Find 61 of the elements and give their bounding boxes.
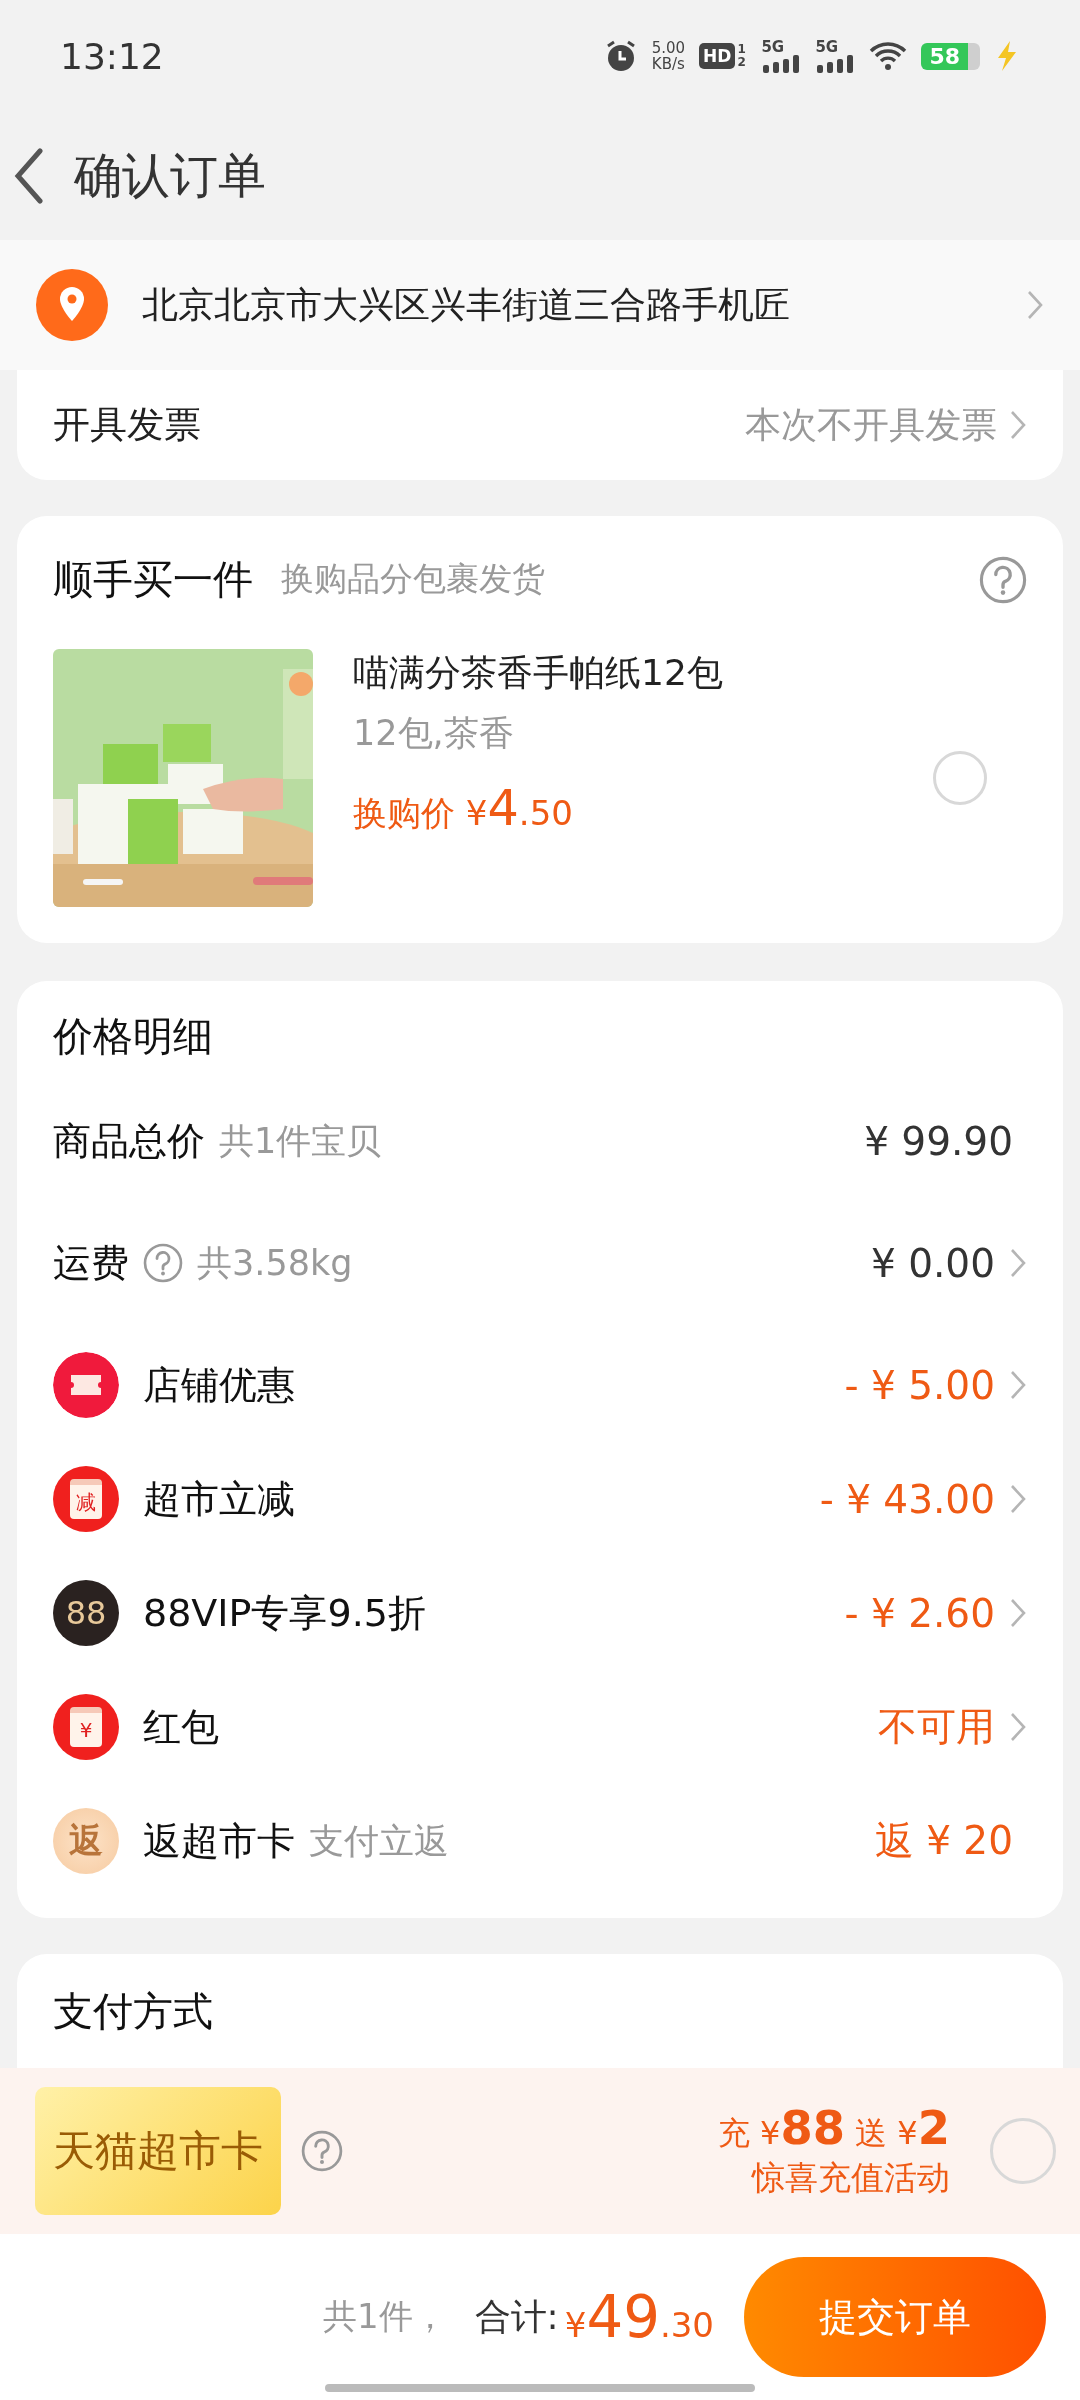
price-label: 运费 xyxy=(53,1239,129,1287)
back-icon[interactable] xyxy=(14,148,44,204)
price-label: 商品总价 xyxy=(53,1117,205,1165)
item-count: 共1件， xyxy=(322,2295,447,2338)
submit-order-button[interactable]: 提交订单 xyxy=(744,2257,1046,2377)
signal-icon xyxy=(761,54,802,73)
wifi-icon xyxy=(869,41,908,71)
vip-badge-icon: 88 xyxy=(53,1580,119,1646)
recharge-offer: 充 ¥88 送 ¥2 xyxy=(717,2101,950,2156)
price-note: 共1件宝贝 xyxy=(219,1119,382,1163)
signal-icon xyxy=(815,54,856,73)
help-icon[interactable] xyxy=(301,2130,343,2172)
invoice-card[interactable]: 开具发票 本次不开具发票 xyxy=(17,370,1063,480)
network-speed: 5.00 KB/s xyxy=(651,40,686,72)
network-type: 5G xyxy=(761,39,785,55)
help-icon[interactable] xyxy=(143,1243,183,1283)
sim-numbers: 1 2 xyxy=(737,43,747,69)
offer-caption: 惊喜充值活动 xyxy=(752,2157,950,2199)
page-title: 确认订单 xyxy=(74,146,266,205)
chevron-right-icon xyxy=(1009,409,1027,441)
section-title: 价格明细 xyxy=(53,1012,214,1061)
section-title: 顺手买一件 xyxy=(53,555,253,604)
location-pin-icon xyxy=(36,269,108,341)
product-spec: 12包,茶香 xyxy=(353,712,515,755)
radio-button[interactable] xyxy=(933,751,987,805)
envelope-icon: ¥ xyxy=(53,1694,119,1760)
network-type: 5G xyxy=(815,39,839,55)
price-value: ¥ 99.90 xyxy=(864,1118,1013,1164)
ticket-icon xyxy=(53,1352,119,1418)
chevron-right-icon xyxy=(1026,289,1044,321)
section-title: 支付方式 xyxy=(53,1988,213,2034)
invoice-label: 开具发票 xyxy=(53,402,201,448)
help-icon[interactable] xyxy=(979,555,1027,604)
address-text: 北京北京市大兴区兴丰街道三合路手机匠 xyxy=(142,282,791,327)
price-label: 返超市卡 xyxy=(143,1817,295,1865)
price-value[interactable]: - ¥ 5.00 xyxy=(844,1362,995,1408)
gift-card-badge[interactable]: 天猫超市卡 xyxy=(35,2087,281,2215)
price-value: 返 ¥ 20 xyxy=(874,1817,1013,1865)
price-value[interactable]: 不可用 xyxy=(878,1700,995,1754)
total-label: 合计: xyxy=(474,2294,559,2339)
add-on-price: 换购价 ¥4.50 xyxy=(353,779,574,837)
price-note: 支付立返 xyxy=(309,1819,449,1863)
total-price: ¥49.30 xyxy=(564,2283,714,2351)
price-note: 共3.58kg xyxy=(197,1241,353,1285)
invoice-value: 本次不开具发票 xyxy=(745,402,997,447)
cashback-icon: 返 xyxy=(53,1808,119,1874)
price-value[interactable]: - ¥ 2.60 xyxy=(844,1590,995,1636)
price-label: 红包 xyxy=(143,1703,219,1751)
address-row[interactable]: 北京北京市大兴区兴丰街道三合路手机匠 xyxy=(0,240,1080,370)
price-label: 超市立减 xyxy=(143,1475,295,1523)
section-subtitle: 换购品分包裹发货 xyxy=(281,558,545,600)
clock-time: 13:12 xyxy=(60,35,164,77)
product-name: 喵满分茶香手帕纸12包 xyxy=(353,651,724,695)
battery-indicator: 58 xyxy=(921,42,980,70)
price-value[interactable]: ¥ 0.00 xyxy=(870,1240,995,1286)
price-label: 88VIP专享9.5折 xyxy=(143,1589,426,1637)
envelope-icon: 减 xyxy=(53,1466,119,1532)
price-value[interactable]: - ¥ 43.00 xyxy=(819,1476,995,1522)
hd-badge: HD xyxy=(699,43,736,69)
price-label: 店铺优惠 xyxy=(143,1361,295,1409)
radio-button[interactable] xyxy=(990,2118,1056,2184)
